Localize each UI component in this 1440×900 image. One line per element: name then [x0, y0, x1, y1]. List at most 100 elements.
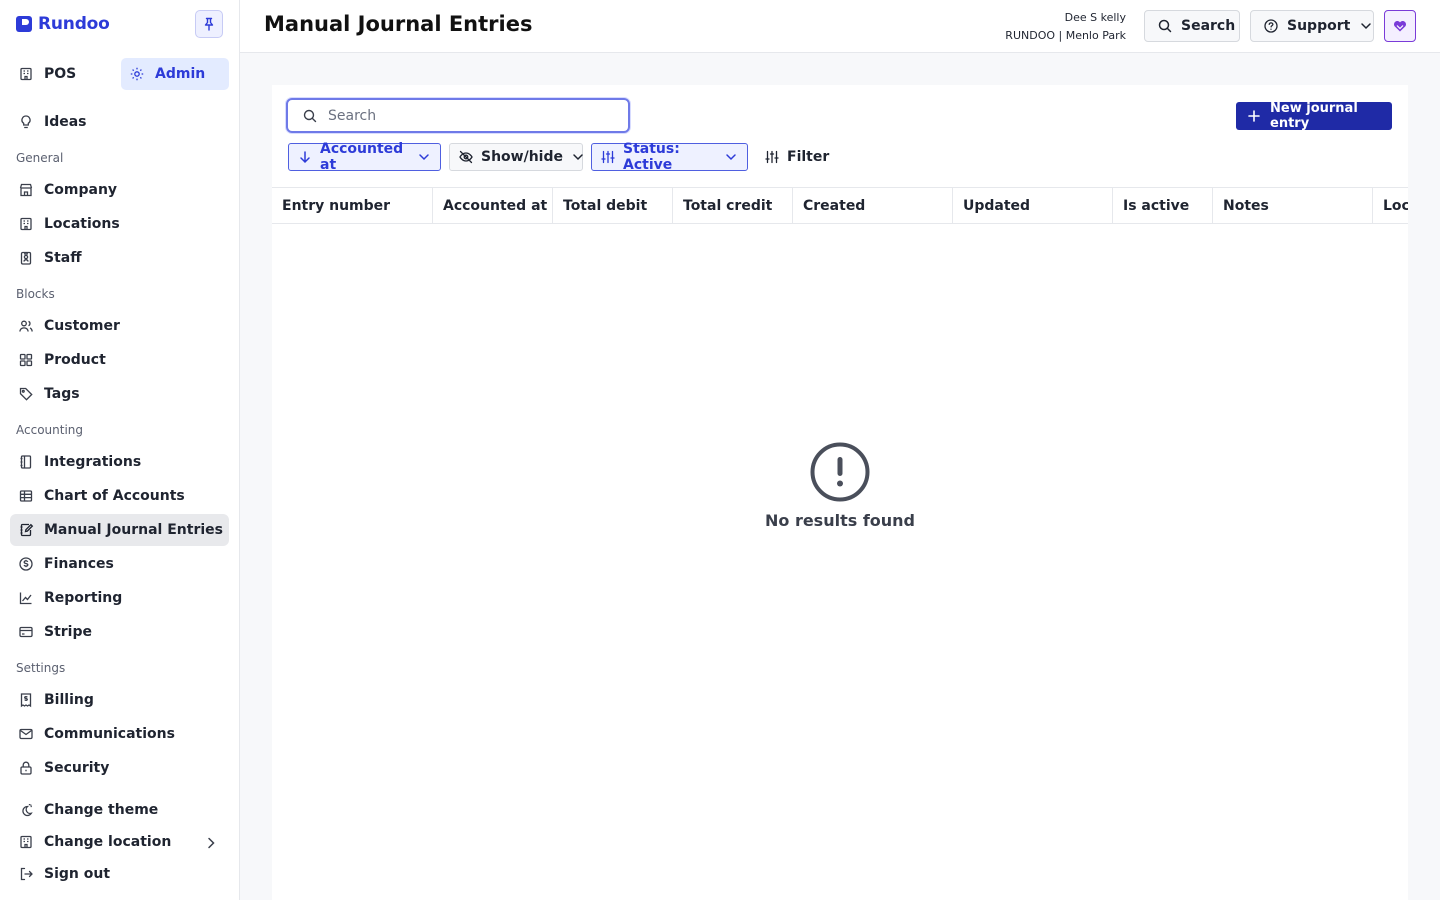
brand-name: Rundoo — [38, 14, 110, 34]
sidebar-item-label: Staff — [44, 250, 82, 266]
sidebar-item-staff[interactable]: Staff — [10, 242, 229, 274]
sidebar-item-label: Locations — [44, 216, 120, 232]
help-circle-icon — [1263, 18, 1279, 34]
sort-label: Accounted at — [320, 141, 404, 173]
pin-sidebar-button[interactable] — [195, 10, 223, 38]
sidebar-item-label: Billing — [44, 692, 94, 708]
users-icon — [18, 318, 34, 334]
show-hide-columns-dropdown[interactable]: Show/hide — [449, 143, 583, 171]
search-field[interactable] — [286, 98, 630, 133]
brand-logo[interactable]: Rundoo — [16, 12, 110, 36]
support-dropdown[interactable]: Support — [1250, 10, 1374, 42]
account-menu-button[interactable] — [1384, 10, 1416, 42]
column-header-updated[interactable]: Updated — [953, 188, 1113, 223]
sidebar-item-reporting[interactable]: Reporting — [10, 582, 229, 614]
sidebar-item-label: Change theme — [44, 802, 159, 818]
journal-edit-icon — [18, 522, 34, 538]
column-header-entry-number[interactable]: Entry number — [272, 188, 433, 223]
table-header: Entry number Accounted at Total debit To… — [272, 187, 1408, 224]
mode-switcher: POS Admin — [10, 58, 229, 90]
sidebar-item-label: Chart of Accounts — [44, 488, 185, 504]
section-settings: Settings — [16, 661, 66, 675]
sidebar-item-change-location[interactable]: Change location — [10, 826, 229, 858]
sidebar-item-label: Finances — [44, 556, 114, 572]
new-journal-entry-button[interactable]: New journal entry — [1236, 101, 1392, 131]
user-info: Dee S kelly RUNDOO | Menlo Park — [1005, 9, 1126, 45]
dollar-circle-icon — [18, 556, 34, 572]
sidebar-item-sign-out[interactable]: Sign out — [10, 858, 229, 890]
sidebar-item-label: Stripe — [44, 624, 92, 640]
support-button-label: Support — [1287, 18, 1351, 34]
search-icon — [302, 108, 318, 124]
lock-icon — [18, 760, 34, 776]
line-chart-icon — [18, 590, 34, 606]
credit-card-icon — [18, 624, 34, 640]
sidebar-item-tags[interactable]: Tags — [10, 378, 229, 410]
sidebar-item-communications[interactable]: Communications — [10, 718, 229, 750]
sidebar-item-company[interactable]: Company — [10, 174, 229, 206]
arrow-down-icon — [297, 149, 313, 165]
status-filter-dropdown[interactable]: Status: Active — [591, 141, 748, 173]
sidebar-item-stripe[interactable]: Stripe — [10, 616, 229, 648]
chevron-down-icon — [570, 149, 586, 165]
column-header-is-active[interactable]: Is active — [1113, 188, 1213, 223]
top-bar: Manual Journal Entries Dee S kelly RUNDO… — [240, 0, 1440, 53]
column-header-notes[interactable]: Notes — [1213, 188, 1373, 223]
showhide-label: Show/hide — [481, 149, 563, 165]
chevron-down-icon — [416, 149, 432, 165]
sort-dropdown[interactable]: Accounted at — [288, 141, 441, 173]
sidebar-item-integrations[interactable]: Integrations — [10, 446, 229, 478]
global-search-button[interactable]: Search — [1144, 10, 1240, 42]
column-header-created[interactable]: Created — [793, 188, 953, 223]
sidebar-item-chart-of-accounts[interactable]: Chart of Accounts — [10, 480, 229, 512]
sidebar-item-security[interactable]: Security — [10, 752, 229, 784]
sidebar-item-label: Integrations — [44, 454, 142, 470]
mode-admin-label: Admin — [155, 66, 206, 82]
column-header-location[interactable]: Location — [1373, 188, 1408, 223]
mode-admin-button[interactable]: Admin — [121, 58, 229, 90]
sidebar-item-label: Change location — [44, 834, 172, 850]
search-icon — [1157, 18, 1173, 34]
eye-off-icon — [458, 149, 474, 165]
store-icon — [18, 182, 34, 198]
column-header-accounted-at[interactable]: Accounted at — [433, 188, 553, 223]
sidebar-item-label: Ideas — [44, 114, 87, 130]
status-label: Status: Active — [623, 141, 680, 173]
receipt-icon — [18, 692, 34, 708]
section-general: General — [16, 151, 64, 165]
section-blocks: Blocks — [16, 287, 55, 301]
empty-state-message: No results found — [764, 511, 916, 530]
sign-out-icon — [18, 866, 34, 882]
plus-icon — [1246, 108, 1262, 124]
rundoo-logo-icon — [16, 16, 32, 32]
sidebar-item-manual-journal-entries[interactable]: Manual Journal Entries — [10, 514, 229, 546]
mail-icon — [18, 726, 34, 742]
sidebar-item-label: Reporting — [44, 590, 123, 606]
column-header-total-debit[interactable]: Total debit — [553, 188, 673, 223]
sidebar-item-ideas[interactable]: Ideas — [10, 106, 229, 138]
journal-entries-panel: New journal entry Accounted at Show/hide… — [272, 85, 1408, 900]
column-header-total-credit[interactable]: Total credit — [673, 188, 793, 223]
user-name: Dee S kelly — [1064, 11, 1126, 24]
sidebar-item-product[interactable]: Product — [10, 344, 229, 376]
table-icon — [18, 488, 34, 504]
search-button-label: Search — [1181, 18, 1236, 34]
notebook-icon — [18, 454, 34, 470]
mode-pos-button[interactable]: POS — [10, 58, 84, 90]
pin-icon — [201, 16, 217, 32]
sidebar-item-billing[interactable]: Billing — [10, 684, 229, 716]
sidebar-item-locations[interactable]: Locations — [10, 208, 229, 240]
building-icon — [18, 216, 34, 232]
chevron-right-icon — [203, 835, 219, 851]
sidebar: Rundoo POS Admin Ideas General Company L… — [0, 0, 240, 900]
sidebar-item-change-theme[interactable]: Change theme — [10, 794, 229, 826]
sidebar-item-finances[interactable]: Finances — [10, 548, 229, 580]
sidebar-item-customer[interactable]: Customer — [10, 310, 229, 342]
theme-icon — [18, 802, 34, 818]
mode-pos-label: POS — [44, 66, 77, 82]
filter-label: Filter — [787, 149, 830, 165]
sidebar-item-label: Company — [44, 182, 118, 198]
search-input[interactable] — [328, 107, 608, 124]
filter-button[interactable]: Filter — [756, 143, 830, 171]
tag-icon — [18, 386, 34, 402]
